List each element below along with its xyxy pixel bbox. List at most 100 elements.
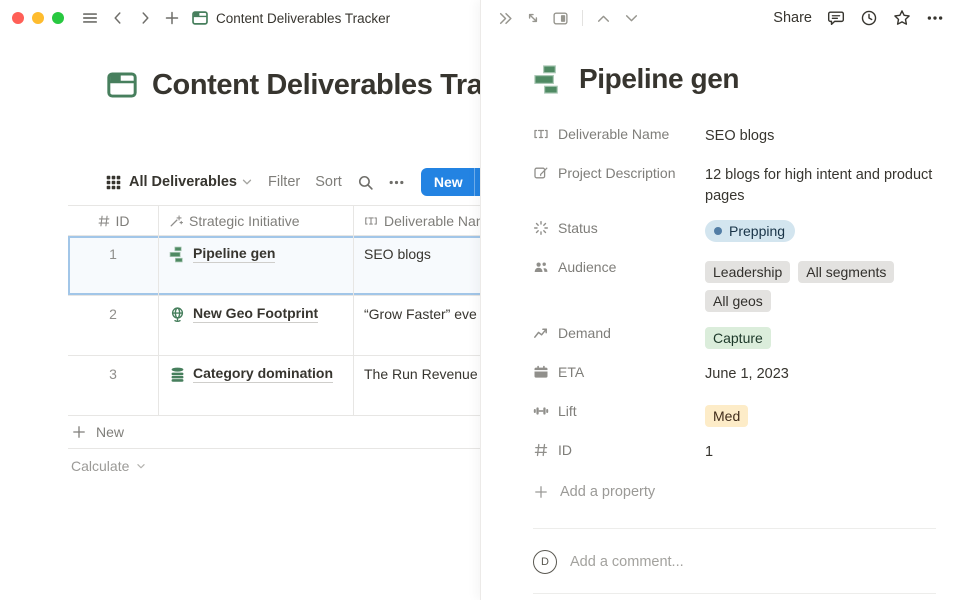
status-pill[interactable]: Prepping — [705, 220, 795, 242]
property-label[interactable]: Deliverable Name — [533, 122, 705, 142]
column-header-label: ID — [116, 213, 130, 229]
expand-page-icon[interactable] — [525, 10, 541, 26]
audience-tag[interactable]: All segments — [798, 261, 894, 283]
column-header-id[interactable]: ID — [68, 206, 158, 235]
table-view-icon — [105, 174, 122, 191]
back-icon[interactable] — [110, 10, 126, 26]
text-icon — [364, 214, 378, 228]
peek-topbar-actions: Share — [773, 9, 944, 27]
table-header-row: ID Strategic Initiative Deliverable Name — [68, 206, 480, 236]
sparkle-wand-icon — [169, 214, 183, 228]
globe-icon — [169, 306, 186, 323]
property-value[interactable]: Prepping — [705, 216, 936, 242]
zoom-window-button[interactable] — [52, 12, 64, 24]
cell-initiative[interactable]: Category domination — [158, 356, 353, 415]
property-label[interactable]: ETA — [533, 360, 705, 380]
property-row: Status Prepping — [533, 216, 936, 246]
close-window-button[interactable] — [12, 12, 24, 24]
property-value[interactable]: Leadership All segments All geos — [705, 255, 936, 312]
property-value[interactable]: Med — [705, 399, 936, 427]
cell-deliverable[interactable]: SEO blogs — [353, 236, 480, 295]
more-options-icon[interactable] — [388, 174, 405, 191]
property-value[interactable]: 1 — [705, 438, 936, 463]
property-label[interactable]: ID — [533, 438, 705, 458]
property-name: Audience — [558, 259, 616, 275]
table-row[interactable]: 3 Category domination The Run Revenue S — [68, 356, 480, 416]
sidebar-toggle-icon[interactable] — [81, 9, 99, 27]
table-row[interactable]: 1 Pipeline gen SEO blogs — [68, 236, 480, 296]
titlebar-document-title: Content Deliverables Tracker — [216, 11, 390, 26]
property-label[interactable]: Demand — [533, 321, 705, 341]
forward-icon[interactable] — [137, 10, 153, 26]
property-value[interactable]: SEO blogs — [705, 122, 936, 147]
cell-deliverable[interactable]: “Grow Faster” eve — [353, 296, 480, 355]
filter-button[interactable]: Filter — [268, 174, 300, 190]
property-label[interactable]: Lift — [533, 399, 705, 419]
comment-input[interactable]: Add a comment... — [570, 554, 684, 570]
property-label[interactable]: Audience — [533, 255, 705, 275]
property-row: Project Description 12 blogs for high in… — [533, 161, 936, 207]
audience-tag[interactable]: All geos — [705, 290, 771, 312]
new-tab-icon[interactable] — [164, 10, 180, 26]
property-value[interactable]: 12 blogs for high intent and product pag… — [705, 161, 936, 207]
search-icon[interactable] — [357, 174, 374, 191]
minimize-window-button[interactable] — [32, 12, 44, 24]
property-row: Lift Med — [533, 399, 936, 429]
property-label[interactable]: Status — [533, 216, 705, 236]
database-toolbar: All Deliverables Filter Sort New — [0, 166, 480, 198]
cell-initiative[interactable]: Pipeline gen — [158, 236, 353, 295]
side-peek-mode-icon[interactable] — [552, 10, 569, 27]
column-header-initiative[interactable]: Strategic Initiative — [158, 206, 353, 235]
page-title[interactable]: Content Deliverables Tracker — [152, 69, 480, 102]
new-record-button[interactable]: New — [421, 168, 480, 196]
lift-tag[interactable]: Med — [705, 405, 748, 427]
calculate-button[interactable]: Calculate — [68, 449, 480, 482]
favorite-star-icon[interactable] — [893, 9, 911, 27]
deliverables-table: ID Strategic Initiative Deliverable Name… — [68, 205, 480, 482]
new-row-label: New — [96, 424, 124, 440]
view-selector[interactable]: All Deliverables — [129, 174, 237, 190]
sort-button[interactable]: Sort — [315, 174, 342, 190]
new-row-button[interactable]: New — [68, 416, 480, 449]
share-button[interactable]: Share — [773, 10, 812, 26]
comment-composer[interactable]: D Add a comment... — [533, 544, 936, 580]
audience-tag[interactable]: Leadership — [705, 261, 790, 283]
divider — [582, 10, 583, 26]
cell-deliverable[interactable]: The Run Revenue S — [353, 356, 480, 415]
id-value: 1 — [109, 246, 117, 262]
status-spinner-icon — [533, 220, 549, 236]
page-link[interactable]: New Geo Footprint — [169, 305, 318, 323]
divider — [533, 593, 936, 594]
initiative-title: Category domination — [193, 365, 333, 383]
demand-tag[interactable]: Capture — [705, 327, 771, 349]
record-header: Pipeline gen — [533, 63, 936, 95]
cell-initiative[interactable]: New Geo Footprint — [158, 296, 353, 355]
property-name: Demand — [558, 325, 611, 341]
next-record-icon[interactable] — [623, 10, 640, 27]
close-peek-icon[interactable] — [497, 10, 514, 27]
property-value[interactable]: Capture — [705, 321, 936, 349]
cell-id[interactable]: 2 — [68, 296, 158, 355]
property-value[interactable]: June 1, 2023 — [705, 360, 936, 385]
calendar-icon — [533, 364, 549, 380]
table-row[interactable]: 2 New Geo Footprint “Grow Faster” eve — [68, 296, 480, 356]
page-link[interactable]: Category domination — [169, 365, 333, 383]
view-chevron-down-icon[interactable] — [240, 175, 254, 189]
funnel-bars-icon[interactable] — [533, 64, 564, 95]
comments-icon[interactable] — [827, 9, 845, 27]
history-clock-icon[interactable] — [860, 9, 878, 27]
page-link[interactable]: Pipeline gen — [169, 245, 275, 263]
plus-icon — [533, 484, 549, 500]
hash-icon — [533, 442, 549, 458]
cell-id[interactable]: 1 — [68, 236, 158, 295]
previous-record-icon[interactable] — [595, 10, 612, 27]
property-row: ETA June 1, 2023 — [533, 360, 936, 390]
more-options-icon[interactable] — [926, 9, 944, 27]
table-page-icon[interactable] — [105, 68, 139, 102]
property-label[interactable]: Project Description — [533, 161, 705, 181]
column-header-deliverable[interactable]: Deliverable Name — [353, 206, 480, 235]
cell-id[interactable]: 3 — [68, 356, 158, 415]
record-title[interactable]: Pipeline gen — [579, 63, 739, 95]
tag-list: Capture — [705, 325, 936, 349]
add-property-button[interactable]: Add a property — [533, 477, 936, 507]
